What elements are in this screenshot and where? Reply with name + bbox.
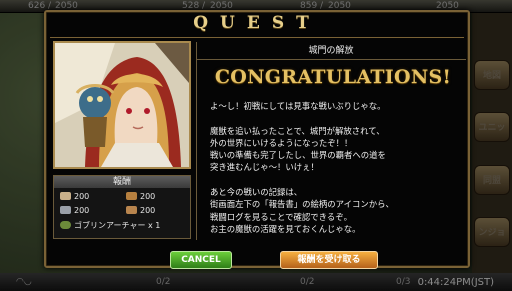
reward-panel: 報酬 200 200 200 200 ゴブリンアーチャー x 1 — [53, 175, 191, 239]
reward-item: 200 — [60, 191, 89, 202]
congratulations-banner: CONGRATULATIONS! — [214, 66, 452, 88]
reward-amount: 200 — [74, 192, 90, 201]
stone-resource-icon — [60, 206, 71, 214]
reward-item: 200 — [60, 205, 89, 216]
reward-unit-label: ゴブリンアーチャー x 1 — [74, 221, 161, 230]
dialog-title: QUEST — [193, 13, 321, 33]
food-resource-icon — [60, 192, 71, 200]
reward-unit: ゴブリンアーチャー x 1 — [60, 220, 160, 231]
advisor-illustration — [55, 43, 189, 167]
quest-name: 城門の解放 — [308, 46, 354, 56]
reward-heading: 報酬 — [54, 176, 190, 188]
reward-item: 200 — [126, 205, 155, 216]
quest-dialog: QUEST 報酬 200 200 200 200 ゴブリンアーチャー x 1 城… — [44, 10, 470, 268]
reward-amount: 200 — [74, 206, 90, 215]
reward-amount: 200 — [140, 206, 156, 215]
divider — [50, 37, 464, 38]
divider — [196, 59, 466, 60]
quest-story-text: よ～し！初戦にしては見事な戦いぶりじゃな。 魔獣を追い払ったことで、城門が解放さ… — [210, 101, 394, 234]
advisor-portrait — [53, 41, 191, 169]
iron-resource-icon — [126, 206, 137, 214]
wood-resource-icon — [126, 192, 137, 200]
goblin-unit-icon — [60, 221, 71, 229]
reward-amount: 200 — [140, 192, 156, 201]
divider — [196, 42, 197, 240]
reward-item: 200 — [126, 191, 155, 202]
receive-reward-button[interactable]: 報酬を受け取る — [280, 251, 378, 269]
cancel-button[interactable]: CANCEL — [170, 251, 232, 269]
